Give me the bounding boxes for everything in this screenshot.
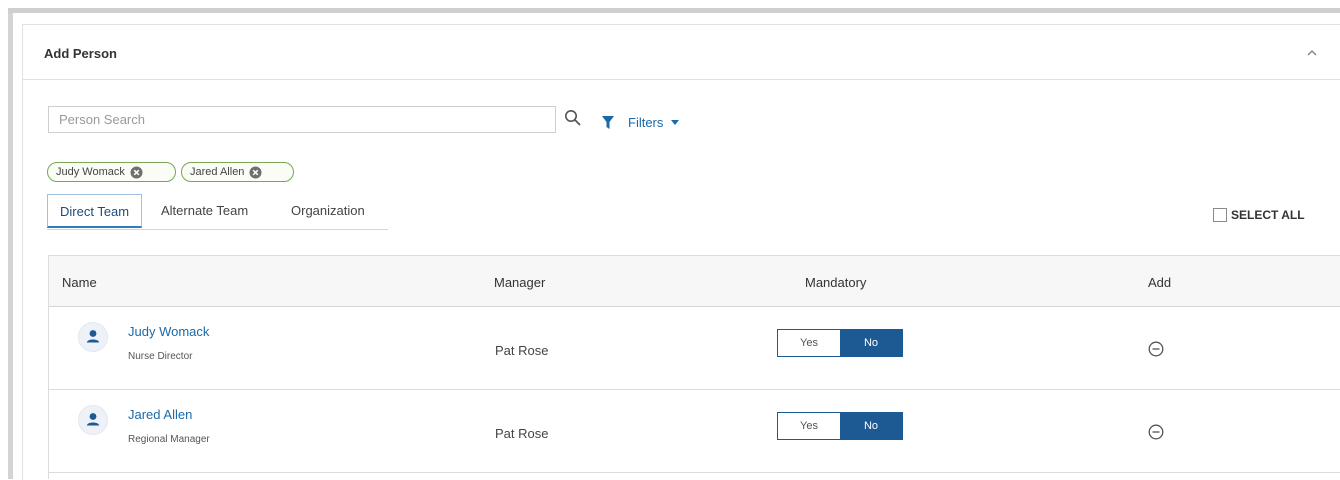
select-all-control[interactable]: SELECT ALL: [1213, 206, 1305, 224]
filters-label: Filters: [628, 114, 664, 130]
avatar: [78, 405, 108, 435]
minus-circle-icon[interactable]: [1148, 341, 1164, 357]
search-icon[interactable]: [564, 109, 582, 127]
filter-icon: [602, 115, 614, 129]
selected-person-chip: Judy Womack: [47, 162, 176, 182]
mandatory-toggle: Yes No: [777, 412, 903, 440]
close-circle-icon[interactable]: [249, 166, 262, 179]
tab-direct-team[interactable]: Direct Team: [47, 194, 143, 228]
person-title: Nurse Director: [128, 351, 193, 362]
left-divider: [8, 13, 13, 479]
table-header: Name Manager Mandatory Add: [49, 256, 1340, 307]
minus-circle-icon[interactable]: [1148, 424, 1164, 440]
tab-organization[interactable]: Organization: [291, 194, 365, 228]
top-divider: [8, 8, 1340, 13]
people-table: Name Manager Mandatory Add Judy Womack N…: [48, 255, 1340, 479]
person-search-box: [48, 106, 556, 133]
manager-name: Pat Rose: [495, 426, 549, 441]
chevron-up-icon[interactable]: [1305, 47, 1319, 59]
table-row: Judy Womack Nurse Director Pat Rose Yes …: [49, 307, 1340, 390]
manager-name: Pat Rose: [495, 343, 549, 358]
mandatory-yes-option[interactable]: Yes: [778, 330, 840, 356]
tab-alternate-team[interactable]: Alternate Team: [161, 194, 248, 228]
person-icon: [86, 330, 100, 343]
column-header-mandatory: Mandatory: [805, 275, 867, 290]
chip-label: Judy Womack: [56, 166, 125, 178]
column-header-name: Name: [62, 275, 97, 290]
person-search-input[interactable]: [49, 107, 555, 132]
person-name-link[interactable]: Judy Womack: [128, 324, 209, 339]
person-icon: [86, 413, 100, 426]
panel-title: Add Person: [44, 46, 117, 61]
person-title: Regional Manager: [128, 434, 210, 445]
mandatory-toggle: Yes No: [777, 329, 903, 357]
table-row: Jared Allen Regional Manager Pat Rose Ye…: [49, 390, 1340, 473]
person-name-link[interactable]: Jared Allen: [128, 407, 192, 422]
column-header-manager: Manager: [494, 275, 546, 290]
column-header-add: Add: [1148, 275, 1172, 290]
mandatory-yes-option[interactable]: Yes: [778, 413, 840, 439]
caret-down-icon: [671, 119, 680, 125]
select-all-checkbox[interactable]: [1213, 208, 1227, 222]
chip-label: Jared Allen: [190, 166, 245, 178]
filters-dropdown[interactable]: Filters: [602, 113, 680, 131]
selected-person-chip: Jared Allen: [181, 162, 294, 182]
close-circle-icon[interactable]: [130, 166, 143, 179]
avatar: [78, 322, 108, 352]
mandatory-no-option[interactable]: No: [840, 330, 902, 356]
mandatory-no-option[interactable]: No: [840, 413, 902, 439]
select-all-label: SELECT ALL: [1231, 208, 1305, 222]
panel-header[interactable]: Add Person: [23, 25, 1340, 80]
team-tabs: Direct Team Alternate Team Organization: [47, 194, 388, 230]
